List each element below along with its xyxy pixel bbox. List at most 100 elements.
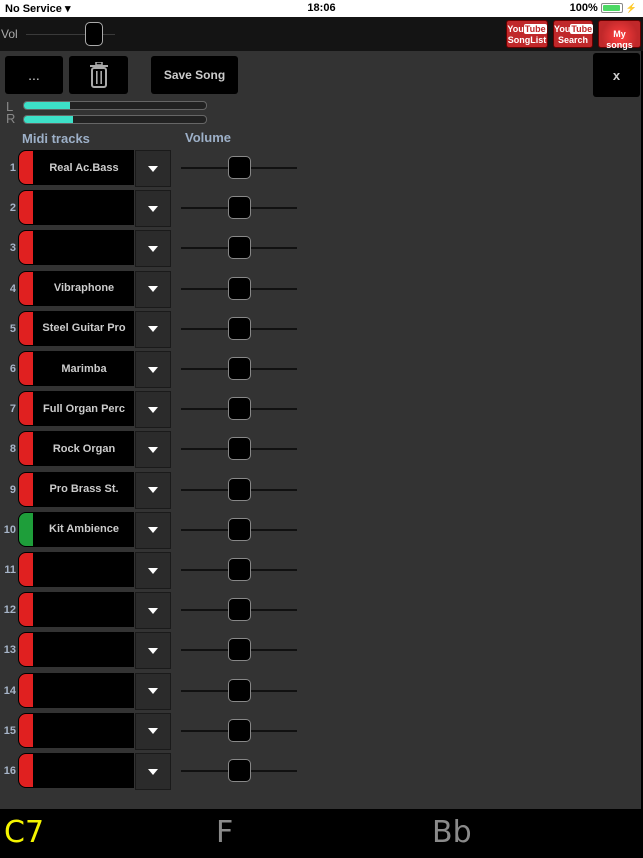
track-volume-slider[interactable] <box>181 276 297 300</box>
track-volume-slider[interactable] <box>181 598 297 622</box>
track-instrument-name[interactable]: Kit Ambience <box>34 511 134 547</box>
track-instrument-name[interactable]: Steel Guitar Pro <box>34 310 134 346</box>
track-volume-thumb[interactable] <box>227 276 251 300</box>
youtube-search-button[interactable]: YouTube Search <box>553 20 594 48</box>
track-instrument-name[interactable]: Full Organ Perc <box>34 391 134 427</box>
track-volume-slider[interactable] <box>181 718 297 742</box>
track-volume-thumb[interactable] <box>227 316 251 340</box>
chord-next[interactable]: F <box>216 815 233 850</box>
track-volume-slider[interactable] <box>181 638 297 662</box>
battery-icon <box>600 3 623 13</box>
track-volume-thumb[interactable] <box>227 156 251 179</box>
track-instrument-name[interactable] <box>34 632 134 668</box>
track-volume-thumb[interactable] <box>227 638 251 662</box>
track-color-indicator[interactable] <box>18 431 34 467</box>
instrument-dropdown-button[interactable] <box>135 753 171 790</box>
battery-status: 100% ⚡ <box>570 2 637 14</box>
track-volume-thumb[interactable] <box>227 558 251 581</box>
instrument-dropdown-button[interactable] <box>135 230 171 268</box>
instrument-dropdown-button[interactable] <box>135 712 171 750</box>
track-number: 9 <box>9 483 16 496</box>
instrument-dropdown-button[interactable] <box>135 431 171 469</box>
track-instrument-name[interactable]: Real Ac.Bass <box>34 150 134 185</box>
track-color-indicator[interactable] <box>18 391 34 427</box>
instrument-dropdown-button[interactable] <box>135 471 171 509</box>
more-options-button[interactable]: ... <box>5 56 63 94</box>
instrument-dropdown-button[interactable] <box>135 270 171 308</box>
instrument-dropdown-button[interactable] <box>135 672 171 710</box>
track-volume-slider[interactable] <box>181 558 297 581</box>
instrument-dropdown-button[interactable] <box>135 632 171 670</box>
track-volume-thumb[interactable] <box>227 678 251 702</box>
track-color-indicator[interactable] <box>18 471 34 507</box>
track-color-indicator[interactable] <box>18 511 34 547</box>
midi-tracks-panel: ... Save Song x L R Midi tracks Volume 1… <box>0 51 641 809</box>
track-volume-thumb[interactable] <box>227 397 251 421</box>
track-volume-thumb[interactable] <box>227 477 251 501</box>
instrument-dropdown-button[interactable] <box>135 310 171 348</box>
track-color-indicator[interactable] <box>18 190 34 226</box>
master-volume-thumb[interactable] <box>84 22 103 46</box>
track-color-indicator[interactable] <box>18 753 34 788</box>
close-button[interactable]: x <box>593 53 640 97</box>
chevron-down-icon <box>148 245 158 252</box>
track-volume-thumb[interactable] <box>227 236 251 260</box>
instrument-dropdown-button[interactable] <box>135 391 171 429</box>
chord-current[interactable]: C7 <box>4 815 44 850</box>
track-volume-thumb[interactable] <box>227 517 251 541</box>
instrument-dropdown-button[interactable] <box>135 592 171 630</box>
my-songs-button[interactable]: My songs <box>598 20 641 50</box>
track-volume-thumb[interactable] <box>227 598 251 622</box>
track-color-indicator[interactable] <box>18 592 34 628</box>
track-volume-slider[interactable] <box>181 156 297 179</box>
track-volume-slider[interactable] <box>181 196 297 220</box>
track-color-indicator[interactable] <box>18 672 34 708</box>
track-color-indicator[interactable] <box>18 310 34 346</box>
track-volume-slider[interactable] <box>181 316 297 340</box>
track-row: 9 Pro Brass St. <box>0 471 300 509</box>
track-volume-slider[interactable] <box>181 236 297 260</box>
track-volume-thumb[interactable] <box>227 196 251 220</box>
track-instrument-name[interactable]: Pro Brass St. <box>34 471 134 507</box>
track-volume-slider[interactable] <box>181 678 297 702</box>
master-volume-slider[interactable] <box>26 22 115 46</box>
track-instrument-name[interactable] <box>34 230 134 266</box>
track-color-indicator[interactable] <box>18 351 34 386</box>
instrument-dropdown-button[interactable] <box>135 511 171 549</box>
youtube-songlist-button[interactable]: YouTube SongList <box>506 20 548 48</box>
track-color-indicator[interactable] <box>18 632 34 668</box>
track-volume-thumb[interactable] <box>227 357 251 380</box>
track-volume-thumb[interactable] <box>227 437 251 461</box>
track-instrument-name[interactable] <box>34 592 134 628</box>
track-volume-slider[interactable] <box>181 357 297 380</box>
track-volume-slider[interactable] <box>181 437 297 461</box>
instrument-dropdown-button[interactable] <box>135 190 171 228</box>
instrument-dropdown-button[interactable] <box>135 552 171 589</box>
track-volume-thumb[interactable] <box>227 718 251 742</box>
chord-following[interactable]: Bb <box>432 815 472 850</box>
track-instrument-name[interactable]: Rock Organ <box>34 431 134 467</box>
track-volume-slider[interactable] <box>181 759 297 782</box>
track-color-indicator[interactable] <box>18 150 34 185</box>
save-song-button[interactable]: Save Song <box>151 56 238 94</box>
track-instrument-name[interactable] <box>34 712 134 748</box>
track-color-indicator[interactable] <box>18 230 34 266</box>
delete-button[interactable] <box>69 56 128 94</box>
track-instrument-name[interactable]: Marimba <box>34 351 134 386</box>
track-instrument-name[interactable] <box>34 190 134 226</box>
track-color-indicator[interactable] <box>18 552 34 587</box>
track-volume-slider[interactable] <box>181 397 297 421</box>
track-instrument-name[interactable] <box>34 672 134 708</box>
track-instrument-name[interactable]: Vibraphone <box>34 270 134 306</box>
track-instrument-name[interactable] <box>34 552 134 587</box>
track-color-indicator[interactable] <box>18 270 34 306</box>
track-volume-thumb[interactable] <box>227 759 251 782</box>
track-instrument-name[interactable] <box>34 753 134 788</box>
chevron-down-icon <box>148 286 158 293</box>
instrument-dropdown-button[interactable] <box>135 150 171 187</box>
track-volume-slider[interactable] <box>181 517 297 541</box>
instrument-dropdown-button[interactable] <box>135 351 171 388</box>
track-color-indicator[interactable] <box>18 712 34 748</box>
track-volume-slider[interactable] <box>181 477 297 501</box>
track-number: 14 <box>3 684 16 697</box>
